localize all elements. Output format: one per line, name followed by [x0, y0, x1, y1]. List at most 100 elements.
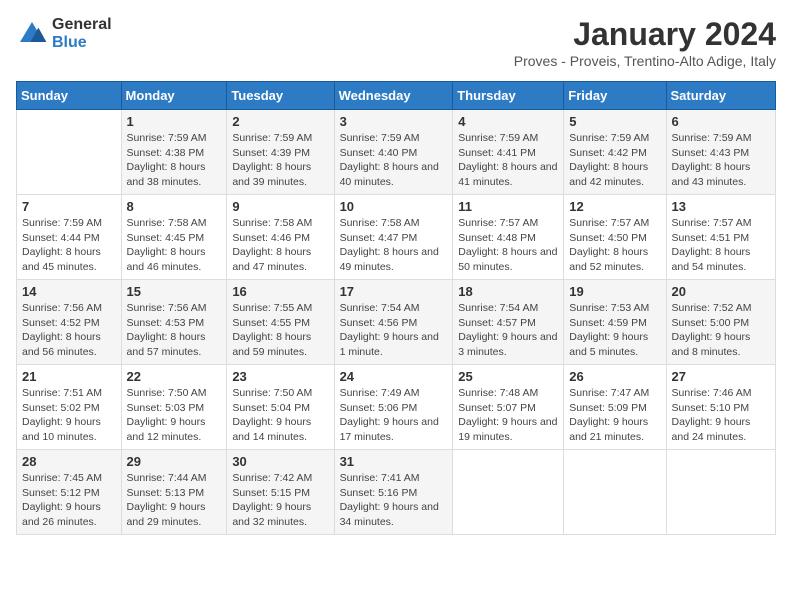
day-info: Sunrise: 7:42 AMSunset: 5:15 PMDaylight:… — [232, 471, 328, 530]
day-cell: 29 Sunrise: 7:44 AMSunset: 5:13 PMDayligh… — [121, 450, 227, 535]
weekday-header-tuesday: Tuesday — [227, 82, 334, 110]
week-row-1: 1 Sunrise: 7:59 AMSunset: 4:38 PMDaylight… — [17, 110, 776, 195]
day-number: 23 — [232, 369, 328, 384]
day-cell: 27 Sunrise: 7:46 AMSunset: 5:10 PMDayligh… — [666, 365, 775, 450]
weekday-header-saturday: Saturday — [666, 82, 775, 110]
day-info: Sunrise: 7:57 AMSunset: 4:50 PMDaylight:… — [569, 216, 660, 275]
day-cell: 9 Sunrise: 7:58 AMSunset: 4:46 PMDaylight… — [227, 195, 334, 280]
day-cell: 5 Sunrise: 7:59 AMSunset: 4:42 PMDaylight… — [564, 110, 666, 195]
day-number: 24 — [340, 369, 448, 384]
day-cell: 11 Sunrise: 7:57 AMSunset: 4:48 PMDayligh… — [453, 195, 564, 280]
day-cell: 2 Sunrise: 7:59 AMSunset: 4:39 PMDaylight… — [227, 110, 334, 195]
day-info: Sunrise: 7:59 AMSunset: 4:42 PMDaylight:… — [569, 131, 660, 190]
day-cell: 22Sunrise: 7:50 AMSunset: 5:03 PMDayligh… — [121, 365, 227, 450]
logo-blue-text: Blue — [52, 34, 112, 52]
day-info: Sunrise: 7:54 AMSunset: 4:57 PMDaylight:… — [458, 301, 558, 360]
day-info: Sunrise: 7:51 AMSunset: 5:02 PMDaylight:… — [22, 386, 116, 445]
day-number: 2 — [232, 114, 328, 129]
day-number: 15 — [127, 284, 222, 299]
day-number: 18 — [458, 284, 558, 299]
day-info: Sunrise: 7:59 AMSunset: 4:44 PMDaylight:… — [22, 216, 116, 275]
week-row-4: 21 Sunrise: 7:51 AMSunset: 5:02 PMDayligh… — [17, 365, 776, 450]
day-info: Sunrise: 7:45 AMSunset: 5:12 PMDaylight:… — [22, 471, 116, 530]
day-cell — [564, 450, 666, 535]
day-cell: 30 Sunrise: 7:42 AMSunset: 5:15 PMDayligh… — [227, 450, 334, 535]
day-cell — [666, 450, 775, 535]
day-cell: 10Sunrise: 7:58 AMSunset: 4:47 PMDayligh… — [334, 195, 453, 280]
day-number: 28 — [22, 454, 116, 469]
day-info: Sunrise: 7:59 AMSunset: 4:43 PMDaylight:… — [672, 131, 770, 190]
day-info: Sunrise: 7:58 AMSunset: 4:46 PMDaylight:… — [232, 216, 328, 275]
day-cell: 17 Sunrise: 7:54 AMSunset: 4:56 PMDayligh… — [334, 280, 453, 365]
day-number: 30 — [232, 454, 328, 469]
day-info: Sunrise: 7:59 AMSunset: 4:38 PMDaylight:… — [127, 131, 222, 190]
day-cell: 26Sunrise: 7:47 AMSunset: 5:09 PMDayligh… — [564, 365, 666, 450]
day-number: 1 — [127, 114, 222, 129]
day-number: 16 — [232, 284, 328, 299]
day-info: Sunrise: 7:58 AMSunset: 4:45 PMDaylight:… — [127, 216, 222, 275]
logo-text: General Blue — [52, 16, 112, 51]
week-row-2: 7 Sunrise: 7:59 AMSunset: 4:44 PMDaylight… — [17, 195, 776, 280]
day-number: 11 — [458, 199, 558, 214]
day-number: 6 — [672, 114, 770, 129]
day-info: Sunrise: 7:59 AMSunset: 4:39 PMDaylight:… — [232, 131, 328, 190]
day-number: 26 — [569, 369, 660, 384]
day-number: 27 — [672, 369, 770, 384]
day-info: Sunrise: 7:44 AMSunset: 5:13 PMDaylight:… — [127, 471, 222, 530]
day-cell: 23 Sunrise: 7:50 AMSunset: 5:04 PMDayligh… — [227, 365, 334, 450]
day-number: 29 — [127, 454, 222, 469]
day-info: Sunrise: 7:53 AMSunset: 4:59 PMDaylight:… — [569, 301, 660, 360]
day-cell: 21 Sunrise: 7:51 AMSunset: 5:02 PMDayligh… — [17, 365, 122, 450]
day-info: Sunrise: 7:46 AMSunset: 5:10 PMDaylight:… — [672, 386, 770, 445]
day-cell: 25Sunrise: 7:48 AMSunset: 5:07 PMDayligh… — [453, 365, 564, 450]
logo-general-text: General — [52, 16, 112, 34]
day-number: 4 — [458, 114, 558, 129]
day-info: Sunrise: 7:56 AMSunset: 4:53 PMDaylight:… — [127, 301, 222, 360]
day-number: 21 — [22, 369, 116, 384]
page-header: General Blue January 2024 Proves - Prove… — [16, 16, 776, 69]
day-info: Sunrise: 7:54 AMSunset: 4:56 PMDaylight:… — [340, 301, 448, 360]
day-number: 25 — [458, 369, 558, 384]
day-cell: 7 Sunrise: 7:59 AMSunset: 4:44 PMDaylight… — [17, 195, 122, 280]
day-number: 5 — [569, 114, 660, 129]
day-info: Sunrise: 7:41 AMSunset: 5:16 PMDaylight:… — [340, 471, 448, 530]
title-section: January 2024 Proves - Proveis, Trentino-… — [514, 16, 776, 69]
day-cell: 12 Sunrise: 7:57 AMSunset: 4:50 PMDayligh… — [564, 195, 666, 280]
day-cell: 16 Sunrise: 7:55 AMSunset: 4:55 PMDayligh… — [227, 280, 334, 365]
day-cell: 31 Sunrise: 7:41 AMSunset: 5:16 PMDayligh… — [334, 450, 453, 535]
day-info: Sunrise: 7:49 AMSunset: 5:06 PMDaylight:… — [340, 386, 448, 445]
day-cell: 24 Sunrise: 7:49 AMSunset: 5:06 PMDayligh… — [334, 365, 453, 450]
day-info: Sunrise: 7:50 AMSunset: 5:04 PMDaylight:… — [232, 386, 328, 445]
day-cell: 20 Sunrise: 7:52 AMSunset: 5:00 PMDayligh… — [666, 280, 775, 365]
day-number: 12 — [569, 199, 660, 214]
day-number: 22 — [127, 369, 222, 384]
logo: General Blue — [16, 16, 112, 51]
day-info: Sunrise: 7:57 AMSunset: 4:48 PMDaylight:… — [458, 216, 558, 275]
weekday-header-wednesday: Wednesday — [334, 82, 453, 110]
weekday-header-sunday: Sunday — [17, 82, 122, 110]
day-cell: 14Sunrise: 7:56 AMSunset: 4:52 PMDayligh… — [17, 280, 122, 365]
day-number: 9 — [232, 199, 328, 214]
day-info: Sunrise: 7:52 AMSunset: 5:00 PMDaylight:… — [672, 301, 770, 360]
day-number: 20 — [672, 284, 770, 299]
day-number: 31 — [340, 454, 448, 469]
day-info: Sunrise: 7:55 AMSunset: 4:55 PMDaylight:… — [232, 301, 328, 360]
day-cell: 6 Sunrise: 7:59 AMSunset: 4:43 PMDaylight… — [666, 110, 775, 195]
day-number: 8 — [127, 199, 222, 214]
week-row-3: 14Sunrise: 7:56 AMSunset: 4:52 PMDayligh… — [17, 280, 776, 365]
day-cell — [453, 450, 564, 535]
calendar-table: SundayMondayTuesdayWednesdayThursdayFrid… — [16, 81, 776, 535]
day-cell: 3Sunrise: 7:59 AMSunset: 4:40 PMDaylight… — [334, 110, 453, 195]
day-cell: 19Sunrise: 7:53 AMSunset: 4:59 PMDayligh… — [564, 280, 666, 365]
day-number: 17 — [340, 284, 448, 299]
day-number: 7 — [22, 199, 116, 214]
day-cell — [17, 110, 122, 195]
month-title: January 2024 — [514, 16, 776, 53]
header-row: SundayMondayTuesdayWednesdayThursdayFrid… — [17, 82, 776, 110]
weekday-header-friday: Friday — [564, 82, 666, 110]
day-cell: 1 Sunrise: 7:59 AMSunset: 4:38 PMDaylight… — [121, 110, 227, 195]
day-cell: 8 Sunrise: 7:58 AMSunset: 4:45 PMDaylight… — [121, 195, 227, 280]
day-info: Sunrise: 7:57 AMSunset: 4:51 PMDaylight:… — [672, 216, 770, 275]
day-cell: 18 Sunrise: 7:54 AMSunset: 4:57 PMDayligh… — [453, 280, 564, 365]
day-number: 3 — [340, 114, 448, 129]
